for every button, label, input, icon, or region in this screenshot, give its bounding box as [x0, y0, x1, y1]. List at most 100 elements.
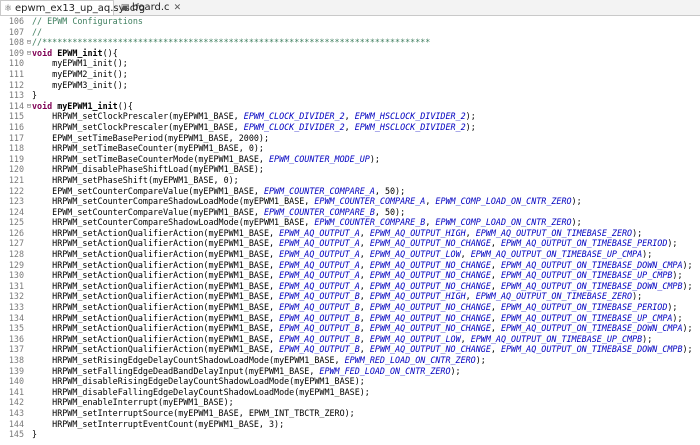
- line-number: 116: [8, 121, 24, 132]
- code-text: HRPWM_setActionQualifierAction(myEPWM1_B…: [32, 312, 682, 324]
- code-line[interactable]: 119 HRPWM_setTimeBaseCounterMode(myEPWM1…: [0, 154, 700, 165]
- code-line[interactable]: 107 //: [0, 27, 700, 38]
- code-line[interactable]: 111 myEPWM2_init();: [0, 69, 700, 80]
- line-number: 141: [8, 386, 24, 397]
- code-line[interactable]: 115 HRPWM_setClockPrescaler(myEPWM1_BASE…: [0, 111, 700, 122]
- code-line[interactable]: 136 HRPWM_setActionQualifierAction(myEPW…: [0, 334, 700, 345]
- fold-toggle-icon[interactable]: ⊟: [27, 101, 31, 112]
- code-token: HRPWM_setActionQualifierAction(myEPWM1_B…: [32, 249, 280, 260]
- code-token: ,: [490, 323, 501, 334]
- code-line[interactable]: 110 myEPWM1_init();: [0, 58, 700, 69]
- code-token: ,: [490, 259, 501, 270]
- code-token: HRPWM_setActionQualifierAction(myEPWM1_B…: [32, 333, 280, 344]
- code-token: ,: [490, 270, 501, 281]
- code-text: HRPWM_setTimeBaseCounterMode(myEPWM1_BAS…: [32, 154, 380, 165]
- code-line[interactable]: 106 // EPWM Configurations: [0, 16, 700, 27]
- code-line[interactable]: 132 HRPWM_setActionQualifierAction(myEPW…: [0, 291, 700, 302]
- code-token: );: [632, 291, 643, 302]
- code-line[interactable]: 142 HRPWM_enableInterrupt(myEPWM1_BASE);: [0, 397, 700, 408]
- code-line[interactable]: 133 HRPWM_setActionQualifierAction(myEPW…: [0, 302, 700, 313]
- fold-toggle-icon[interactable]: ⊟: [27, 48, 31, 59]
- code-token: (){: [117, 100, 133, 111]
- code-line[interactable]: 109 ⊟ void EPWM_init(){: [0, 48, 700, 59]
- code-token: HRPWM_disableFallingEdgeDelayCountShadow…: [32, 386, 370, 397]
- close-icon[interactable]: ✕: [174, 3, 182, 13]
- code-line[interactable]: 134 HRPWM_setActionQualifierAction(myEPW…: [0, 313, 700, 324]
- code-line[interactable]: 121 HRPWM_setPhaseShift(myEPWM1_BASE, 0)…: [0, 175, 700, 186]
- code-token: HRPWM_setCounterCompareShadowLoadMode(my…: [32, 217, 315, 228]
- enum-token: EPWM_AQ_OUTPUT_ON_TIMEBASE_DOWN_CMPB: [500, 280, 683, 291]
- code-line[interactable]: 117 EPWM_setTimeBasePeriod(myEPWM1_BASE,…: [0, 133, 700, 144]
- code-line[interactable]: 127 HRPWM_setActionQualifierAction(myEPW…: [0, 238, 700, 249]
- code-line[interactable]: 125 HRPWM_setCounterCompareShadowLoadMod…: [0, 217, 700, 228]
- code-token: ,: [359, 270, 370, 281]
- code-token: EPWM_setCounterCompareValue(myEPWM1_BASE…: [32, 185, 264, 196]
- enum-token: EPWM_AQ_OUTPUT_A: [279, 259, 360, 270]
- line-number: 107: [8, 26, 24, 37]
- code-line[interactable]: 137 HRPWM_setActionQualifierAction(myEPW…: [0, 344, 700, 355]
- code-line[interactable]: 123 HRPWM_setCounterCompareShadowLoadMod…: [0, 196, 700, 207]
- code-editor[interactable]: 106 // EPWM Configurations 107 //108 ⊟//****…: [0, 16, 700, 445]
- code-text: EPWM_setCounterCompareValue(myEPWM1_BASE…: [32, 186, 405, 197]
- code-token: EPWM_setTimeBasePeriod(myEPWM1_BASE, 200…: [32, 132, 269, 143]
- code-line[interactable]: 128 HRPWM_setActionQualifierAction(myEPW…: [0, 249, 700, 260]
- enum-token: EPWM_CLOCK_DIVIDER_2: [243, 111, 345, 122]
- enum-token: EPWM_AQ_OUTPUT_ON_TIMEBASE_UP_CMPB: [470, 333, 643, 344]
- tab-epwm-syscfg[interactable]: ⚛ epwm_ex13_up_aq.syscfg: [0, 0, 145, 15]
- line-number: 144: [8, 418, 24, 429]
- line-number: 138: [8, 355, 24, 365]
- code-token: ,: [490, 312, 501, 323]
- code-line[interactable]: 112 myEPWM3_init();: [0, 80, 700, 91]
- line-number: 132: [8, 291, 24, 302]
- code-token: ,: [465, 291, 476, 302]
- code-line[interactable]: 120 HRPWM_disablePhaseShiftLoad(myEPWM1_…: [0, 164, 700, 175]
- code-line[interactable]: 138 HRPWM_setRisingEdgeDelayCountShadowL…: [0, 355, 700, 366]
- code-line[interactable]: 126 HRPWM_setActionQualifierAction(myEPW…: [0, 228, 700, 239]
- syscfg-file-icon: ⚛: [3, 4, 13, 14]
- code-token: ,: [359, 323, 370, 334]
- code-token: ,: [359, 238, 370, 249]
- code-line[interactable]: 116 HRPWM_setClockPrescaler(myEPWM1_BASE…: [0, 122, 700, 133]
- enum-token: EPWM_COMP_LOAD_ON_CNTR_ZERO: [435, 217, 572, 228]
- code-token: ,: [359, 227, 370, 238]
- code-line[interactable]: 114 ⊟ void myEPWM1_init(){: [0, 101, 700, 112]
- code-line[interactable]: 145}: [0, 429, 700, 440]
- code-line[interactable]: 131 HRPWM_setActionQualifierAction(myEPW…: [0, 281, 700, 292]
- code-token: ,: [490, 344, 501, 355]
- enum-token: EPWM_AQ_OUTPUT_ON_TIMEBASE_DOWN_CMPA: [500, 323, 683, 334]
- code-token: ,: [465, 227, 476, 238]
- code-line[interactable]: 122 EPWM_setCounterCompareValue(myEPWM1_…: [0, 186, 700, 197]
- code-line[interactable]: 118 HRPWM_setTimeBaseCounter(myEPWM1_BAS…: [0, 143, 700, 154]
- code-line[interactable]: 135 HRPWM_setActionQualifierAction(myEPW…: [0, 323, 700, 334]
- code-token: ,: [344, 121, 355, 132]
- code-line[interactable]: 124 EPWM_setCounterCompareValue(myEPWM1_…: [0, 207, 700, 218]
- code-text: //**************************************…: [32, 37, 430, 48]
- code-token: );: [667, 302, 678, 313]
- fold-toggle-icon[interactable]: ⊟: [27, 37, 31, 48]
- code-line[interactable]: 130 HRPWM_setActionQualifierAction(myEPW…: [0, 270, 700, 281]
- code-token: ,: [359, 333, 370, 344]
- line-number: 140: [8, 376, 24, 387]
- tab-board-c[interactable]: ▣ board.c ✕: [118, 0, 182, 15]
- code-line[interactable]: 113}: [0, 90, 700, 101]
- code-text: HRPWM_setInterruptEventCount(myEPWM1_BAS…: [32, 419, 284, 430]
- enum-token: EPWM_AQ_OUTPUT_A: [279, 227, 360, 238]
- code-line[interactable]: 141 HRPWM_disableFallingEdgeDelayCountSh…: [0, 387, 700, 398]
- code-token: );: [632, 227, 643, 238]
- code-line[interactable]: 129 HRPWM_setActionQualifierAction(myEPW…: [0, 260, 700, 271]
- code-text: EPWM_setTimeBasePeriod(myEPWM1_BASE, 200…: [32, 133, 269, 144]
- code-token: HRPWM_setActionQualifierAction(myEPWM1_B…: [32, 323, 280, 334]
- line-number: 123: [8, 196, 24, 207]
- code-text: HRPWM_setClockPrescaler(myEPWM1_BASE, EP…: [32, 111, 476, 122]
- comment-token: // EPWM Configurations: [32, 16, 143, 26]
- enum-token: EPWM_AQ_OUTPUT_A: [279, 249, 360, 260]
- code-line[interactable]: 108 ⊟//**********************************…: [0, 37, 700, 48]
- code-line[interactable]: 139 HRPWM_setFallingEdgeDeadBandDelayInp…: [0, 366, 700, 377]
- code-token: HRPWM_setActionQualifierAction(myEPWM1_B…: [32, 227, 280, 238]
- code-line[interactable]: 140 HRPWM_disableRisingEdgeDelayCountSha…: [0, 376, 700, 387]
- code-token: HRPWM_setPhaseShift(myEPWM1_BASE, 0);: [32, 174, 239, 185]
- line-number: 131: [8, 280, 24, 291]
- code-text: HRPWM_setInterruptSource(myEPWM1_BASE, E…: [32, 408, 355, 419]
- code-line[interactable]: 143 HRPWM_setInterruptSource(myEPWM1_BAS…: [0, 408, 700, 419]
- code-line[interactable]: 144 HRPWM_setInterruptEventCount(myEPWM1…: [0, 419, 700, 430]
